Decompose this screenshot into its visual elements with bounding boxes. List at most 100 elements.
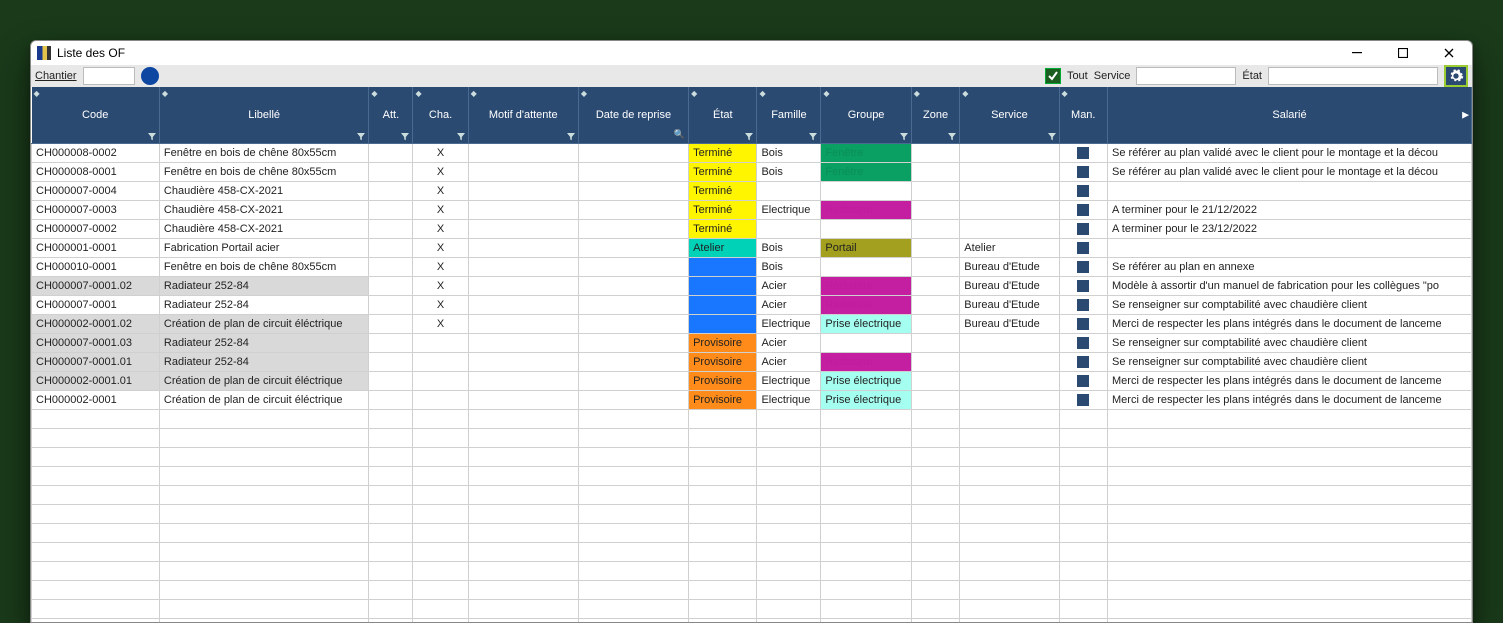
table-row[interactable]: CH000007-0004Chaudière 458-CX-2021XTermi…	[32, 181, 1472, 200]
table-row[interactable]: CH000007-0001.02Radiateur 252-84XBEAcier…	[32, 276, 1472, 295]
cell[interactable]	[468, 181, 578, 200]
cell[interactable]	[1059, 219, 1108, 238]
table-row[interactable]: CH000010-0001Fenêtre en bois de chêne 80…	[32, 257, 1472, 276]
close-button[interactable]	[1426, 41, 1472, 65]
cell[interactable]	[1059, 333, 1108, 352]
table-row[interactable]: CH000007-0002Chaudière 458-CX-2021XTermi…	[32, 219, 1472, 238]
cell[interactable]: X	[413, 295, 468, 314]
cell[interactable]	[468, 200, 578, 219]
cell[interactable]	[468, 143, 578, 162]
cell[interactable]: Création de plan de circuit éléctrique	[159, 314, 368, 333]
cell[interactable]	[369, 257, 413, 276]
cell[interactable]: CH000002-0001.01	[32, 371, 160, 390]
cell[interactable]: Radiateur	[821, 276, 911, 295]
cell[interactable]: Portail	[821, 238, 911, 257]
cell[interactable]: X	[413, 276, 468, 295]
data-grid[interactable]: ◆Code◆Libellé◆Att.◆Cha.◆Motif d'attente◆…	[31, 87, 1472, 622]
column-header[interactable]: ◆Zone	[911, 87, 960, 143]
cell[interactable]: X	[413, 219, 468, 238]
cell[interactable]: X	[413, 257, 468, 276]
cell[interactable]	[578, 219, 688, 238]
cell[interactable]	[468, 371, 578, 390]
cell[interactable]	[413, 390, 468, 409]
cell[interactable]: Terminé	[689, 181, 757, 200]
column-header[interactable]: ◆Service	[960, 87, 1059, 143]
cell[interactable]	[821, 219, 911, 238]
cell[interactable]: Radiateur 252-84	[159, 295, 368, 314]
cell[interactable]	[578, 181, 688, 200]
cell[interactable]: CH000007-0004	[32, 181, 160, 200]
cell[interactable]: Fenêtre	[821, 162, 911, 181]
cell[interactable]: CH000007-0001.03	[32, 333, 160, 352]
table-row[interactable]: CH000008-0002Fenêtre en bois de chêne 80…	[32, 143, 1472, 162]
cell[interactable]	[369, 200, 413, 219]
cell[interactable]: Acier	[757, 352, 821, 371]
column-header[interactable]: ◆Date de reprise🔍	[578, 87, 688, 143]
cell[interactable]	[821, 181, 911, 200]
cell[interactable]: CH000008-0002	[32, 143, 160, 162]
cell[interactable]	[1059, 181, 1108, 200]
cell[interactable]	[369, 276, 413, 295]
cell[interactable]: Chaudière 458-CX-2021	[159, 200, 368, 219]
cell[interactable]	[821, 257, 911, 276]
cell[interactable]	[911, 390, 960, 409]
cell[interactable]: Acier	[757, 295, 821, 314]
cell[interactable]	[911, 333, 960, 352]
cell[interactable]	[911, 295, 960, 314]
cell[interactable]: Chaudière 458-CX-2021	[159, 181, 368, 200]
cell[interactable]: Radiateur 252-84	[159, 352, 368, 371]
column-header[interactable]: ◆Motif d'attente	[468, 87, 578, 143]
cell[interactable]: A terminer pour le 23/12/2022	[1108, 219, 1472, 238]
cell[interactable]: Se renseigner sur comptabilité avec chau…	[1108, 295, 1472, 314]
cell[interactable]: Création de plan de circuit éléctrique	[159, 390, 368, 409]
cell[interactable]	[578, 143, 688, 162]
cell[interactable]	[1059, 371, 1108, 390]
cell[interactable]: X	[413, 314, 468, 333]
cell[interactable]	[369, 333, 413, 352]
cell[interactable]	[911, 143, 960, 162]
cell[interactable]: Se référer au plan validé avec le client…	[1108, 143, 1472, 162]
cell[interactable]: Bois	[757, 238, 821, 257]
table-row[interactable]: CH000007-0001Radiateur 252-84XBEAcierRad…	[32, 295, 1472, 314]
cell[interactable]: CH000007-0001.02	[32, 276, 160, 295]
cell[interactable]	[1059, 143, 1108, 162]
cell[interactable]	[578, 295, 688, 314]
cell[interactable]	[578, 257, 688, 276]
cell[interactable]: Electrique	[757, 371, 821, 390]
cell[interactable]	[413, 333, 468, 352]
cell[interactable]: BE	[689, 257, 757, 276]
cell[interactable]	[369, 352, 413, 371]
cell[interactable]	[911, 257, 960, 276]
cell[interactable]	[468, 314, 578, 333]
settings-button[interactable]	[1444, 65, 1468, 87]
cell[interactable]	[578, 371, 688, 390]
cell[interactable]	[578, 238, 688, 257]
cell[interactable]	[821, 333, 911, 352]
cell[interactable]	[960, 181, 1059, 200]
table-row[interactable]: CH000007-0003Chaudière 458-CX-2021XTermi…	[32, 200, 1472, 219]
cell[interactable]	[1059, 295, 1108, 314]
cell[interactable]	[468, 162, 578, 181]
cell[interactable]: Radiateur	[821, 295, 911, 314]
tout-checkbox[interactable]	[1045, 68, 1061, 84]
cell[interactable]	[911, 371, 960, 390]
maximize-button[interactable]	[1380, 41, 1426, 65]
cell[interactable]: Merci de respecter les plans intégrés da…	[1108, 314, 1472, 333]
cell[interactable]: Se renseigner sur comptabilité avec chau…	[1108, 333, 1472, 352]
cell[interactable]: CH000010-0001	[32, 257, 160, 276]
cell[interactable]	[468, 295, 578, 314]
column-header[interactable]: ◆Groupe	[821, 87, 911, 143]
cell[interactable]	[1059, 390, 1108, 409]
cell[interactable]: CH000008-0001	[32, 162, 160, 181]
cell[interactable]: Electrique	[757, 200, 821, 219]
cell[interactable]: Merci de respecter les plans intégrés da…	[1108, 371, 1472, 390]
service-input[interactable]	[1136, 67, 1236, 85]
cell[interactable]: Provisoire	[689, 352, 757, 371]
table-row[interactable]: CH000002-0001Création de plan de circuit…	[32, 390, 1472, 409]
table-row[interactable]: CH000008-0001Fenêtre en bois de chêne 80…	[32, 162, 1472, 181]
cell[interactable]	[1059, 352, 1108, 371]
cell[interactable]: Prise électrique	[821, 390, 911, 409]
cell[interactable]: CH000002-0001.02	[32, 314, 160, 333]
cell[interactable]: Bois	[757, 257, 821, 276]
cell[interactable]	[369, 219, 413, 238]
